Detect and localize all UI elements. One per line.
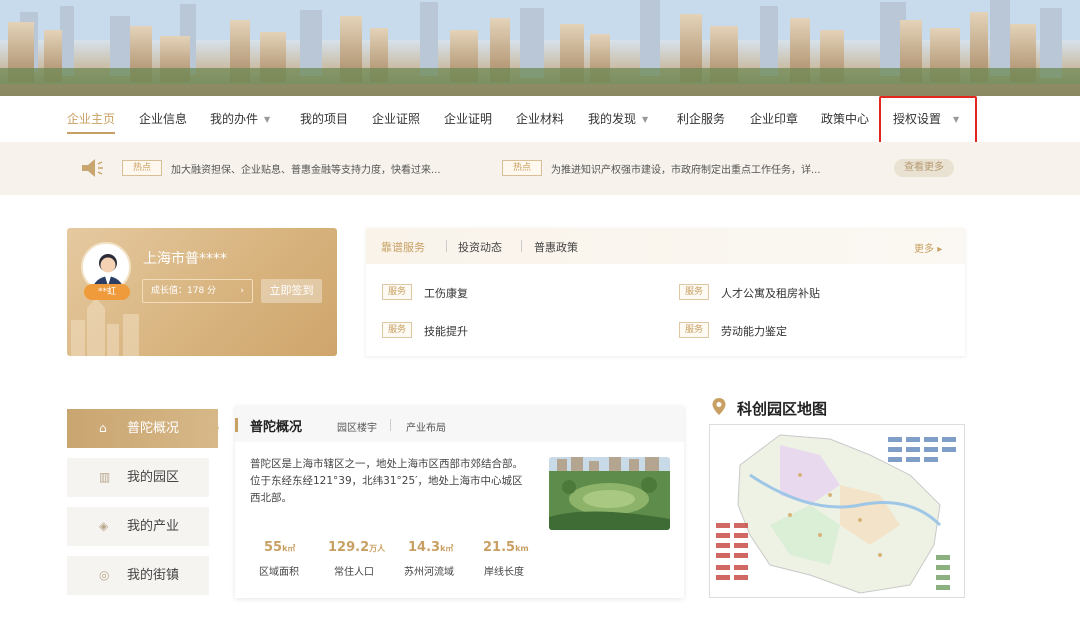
divider <box>521 240 522 252</box>
growth-value-label: 成长值：178 分 <box>151 286 217 296</box>
location-icon: ◎ <box>99 568 110 582</box>
chevron-right-icon: › <box>240 286 244 296</box>
stat-population-label: 常住人口 <box>334 567 374 578</box>
nav-item-home[interactable]: 企业主页 <box>67 96 116 142</box>
growth-value-link[interactable]: 成长值：178 分 › <box>142 279 253 303</box>
service-link[interactable]: 技能提升 <box>424 323 468 339</box>
home-icon: ⌂ <box>99 421 107 435</box>
menu-label: 我的园区 <box>127 470 180 485</box>
service-tag: 服务 <box>679 284 709 300</box>
nav-label: 企业证照 <box>372 112 421 126</box>
nav-item-discover[interactable]: 我的发现 ▼ <box>588 96 648 142</box>
notice-link[interactable]: 为推进知识产权强市建设，市政府制定出重点工作任务，详... <box>551 161 821 176</box>
sign-in-button[interactable]: 立即签到 <box>261 279 322 303</box>
nav-label: 利企服务 <box>677 112 726 126</box>
user-name: 上海市普**** <box>143 251 227 267</box>
menu-label: 我的产业 <box>127 519 180 534</box>
nav-item-licenses[interactable]: 企业证照 <box>372 96 420 142</box>
menu-item-my-park[interactable]: ▥ 我的园区 <box>67 458 209 497</box>
speaker-icon <box>82 159 103 177</box>
stat-river-value: 14.3k㎡ <box>408 540 453 555</box>
nav-label: 政策中心 <box>821 112 870 126</box>
user-badge: **虹 <box>84 284 130 300</box>
nav-label: 我的项目 <box>300 112 349 126</box>
nav-label: 企业证明 <box>444 112 493 126</box>
nav-label: 我的发现 <box>588 112 637 126</box>
menu-label: 我的街镇 <box>127 568 180 583</box>
nav-item-enterprise-services[interactable]: 利企服务 <box>677 96 725 142</box>
nav-item-materials[interactable]: 企业材料 <box>516 96 564 142</box>
tab-reliable-services[interactable]: 靠谱服务 <box>381 239 425 255</box>
nav-item-certificates[interactable]: 企业证明 <box>444 96 492 142</box>
divider <box>390 419 391 431</box>
stat-number: 55 <box>264 540 283 555</box>
nav-item-my-projects[interactable]: 我的项目 <box>300 96 348 142</box>
services-header <box>366 228 965 264</box>
hot-tag: 热点 <box>502 160 542 176</box>
more-label: 更多 <box>914 244 934 255</box>
nav-label: 企业印章 <box>750 112 799 126</box>
park-photo <box>549 457 670 530</box>
stat-shoreline-label: 岸线长度 <box>484 567 524 578</box>
map-title: 科创园区地图 <box>737 400 828 418</box>
nav-item-seals[interactable]: 企业印章 <box>750 96 798 142</box>
title-accent-bar <box>235 418 238 432</box>
overview-title: 普陀概况 <box>250 420 303 435</box>
city-banner <box>0 0 1080 96</box>
services-more-link[interactable]: 更多 ▸ <box>914 240 942 255</box>
tab-park-buildings[interactable]: 园区楼宇 <box>337 419 377 434</box>
chevron-down-icon: ▼ <box>642 114 649 124</box>
layers-icon: ◈ <box>99 519 109 533</box>
menu-item-putuo-overview[interactable]: ⌂ 普陀概况 <box>67 409 218 448</box>
stat-unit: 万人 <box>369 544 386 553</box>
service-link[interactable]: 人才公寓及租房补贴 <box>721 285 820 301</box>
chevron-down-icon: ▼ <box>264 114 271 124</box>
stat-unit: km <box>515 544 529 553</box>
nav-item-policy-center[interactable]: 政策中心 <box>821 96 869 142</box>
divider <box>446 240 447 252</box>
service-link[interactable]: 工伤康复 <box>424 285 468 301</box>
stat-population-value: 129.2万人 <box>328 540 385 555</box>
service-tag: 服务 <box>382 284 412 300</box>
stat-area-value: 55k㎡ <box>264 540 295 555</box>
menu-item-my-street[interactable]: ◎ 我的街镇 <box>67 556 209 595</box>
park-map[interactable] <box>709 424 965 598</box>
nav-label: 企业材料 <box>516 112 565 126</box>
stat-river-label: 苏州河流域 <box>404 567 454 578</box>
stat-number: 129.2 <box>328 540 370 555</box>
caret-right-icon: ▸ <box>937 244 943 255</box>
service-tag: 服务 <box>679 322 709 338</box>
menu-item-my-industry[interactable]: ◈ 我的产业 <box>67 507 209 546</box>
view-more-button[interactable]: 查看更多 <box>894 159 954 177</box>
service-tag: 服务 <box>382 322 412 338</box>
tab-industry-layout[interactable]: 产业布局 <box>406 419 446 434</box>
menu-label: 普陀概况 <box>127 421 180 436</box>
nav-label: 企业主页 <box>67 112 116 126</box>
map-pin-icon <box>712 398 726 415</box>
stat-number: 21.5 <box>483 540 516 555</box>
hot-tag: 热点 <box>122 160 162 176</box>
nav-label: 我的办件 <box>210 112 259 126</box>
stat-unit: k㎡ <box>282 544 296 553</box>
service-link[interactable]: 劳动能力鉴定 <box>721 323 787 339</box>
stat-shoreline-value: 21.5km <box>483 540 529 555</box>
active-indicator <box>209 409 219 447</box>
tab-investment-news[interactable]: 投资动态 <box>458 239 502 255</box>
tab-inclusive-policy[interactable]: 普惠政策 <box>534 239 578 255</box>
nav-label: 企业信息 <box>139 112 188 126</box>
stat-number: 14.3 <box>408 540 441 555</box>
notice-link[interactable]: 加大融资担保、企业贴息、普惠金融等支持力度，快看过来... <box>171 161 441 176</box>
nav-item-company-info[interactable]: 企业信息 <box>139 96 187 142</box>
nav-item-my-cases[interactable]: 我的办件 ▼ <box>210 96 270 142</box>
stat-area-label: 区域面积 <box>259 567 299 578</box>
building-icon: ▥ <box>99 470 111 484</box>
overview-description: 普陀区是上海市辖区之一，地处上海市区西部市郊结合部。位于东经东经121°39，北… <box>250 458 523 504</box>
highlight-box <box>879 96 977 146</box>
overview-header <box>235 406 684 442</box>
stat-unit: k㎡ <box>440 544 454 553</box>
